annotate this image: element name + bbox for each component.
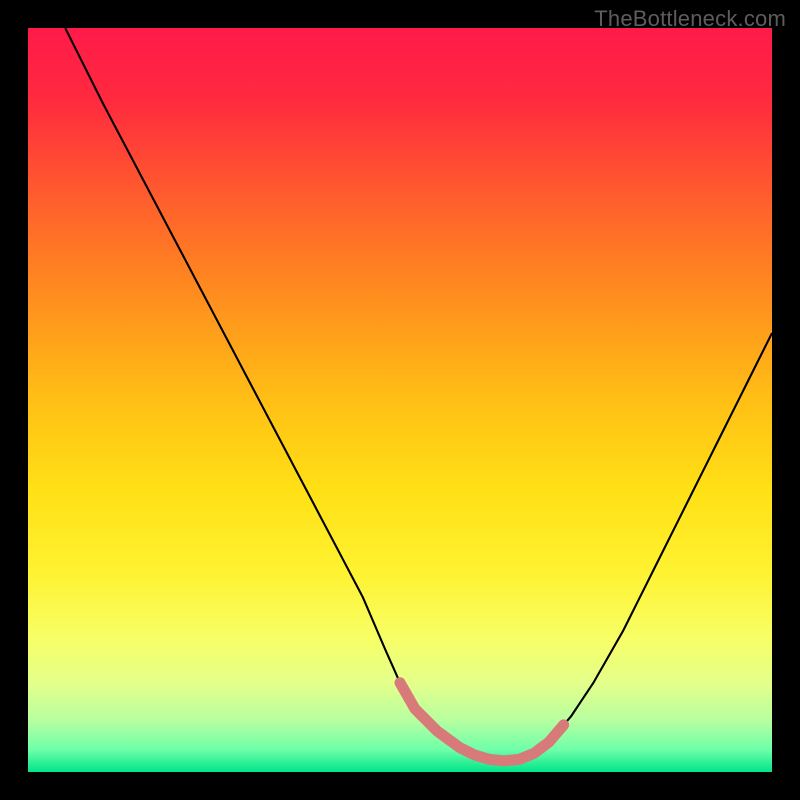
gradient-background — [28, 28, 772, 772]
plot-area — [28, 28, 772, 772]
plot-svg — [28, 28, 772, 772]
chart-frame: TheBottleneck.com — [0, 0, 800, 800]
